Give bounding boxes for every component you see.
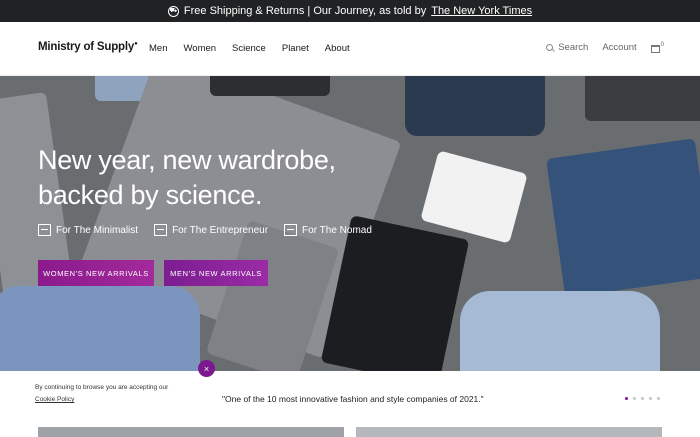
nav-men[interactable]: Men (149, 43, 167, 54)
navy-shorts-image (545, 138, 700, 298)
nav-about[interactable]: About (325, 43, 350, 54)
carousel-dot[interactable] (633, 397, 636, 400)
carousel-dot[interactable] (649, 397, 652, 400)
entrepreneur-icon (154, 224, 168, 236)
navy-backpack-image (405, 76, 545, 136)
carousel-dot[interactable] (657, 397, 660, 400)
hero-headline: New year, new wardrobe, backed by scienc… (38, 145, 336, 210)
site-header: Ministry of Supply● Men Women Science Pl… (0, 22, 700, 76)
persona-entrepreneur[interactable]: For The Entrepreneur (154, 224, 268, 236)
cookie-banner: By continuing to browse you are acceptin… (16, 372, 206, 409)
dark-shirt-image (585, 76, 700, 121)
hero-banner: New year, new wardrobe, backed by scienc… (0, 76, 700, 371)
nav-science[interactable]: Science (232, 43, 266, 54)
account-link[interactable]: Account (602, 42, 636, 53)
cart-button[interactable]: 0 (650, 42, 664, 53)
minimalist-icon (38, 224, 51, 236)
feature-card-right[interactable] (356, 427, 662, 437)
announcement-text: Free Shipping & Returns | Our Journey, a… (183, 5, 427, 17)
mens-new-arrivals-button[interactable]: MEN'S NEW ARRIVALS (164, 260, 268, 286)
light-blue-shirt-image (460, 291, 660, 371)
persona-nomad[interactable]: For The Nomad (284, 224, 372, 236)
womens-new-arrivals-button[interactable]: WOMEN'S NEW ARRIVALS (38, 260, 154, 286)
site-logo[interactable]: Ministry of Supply● (38, 41, 138, 53)
blue-blazer-image (0, 286, 200, 371)
press-quote: "One of the 10 most innovative fashion a… (222, 394, 484, 404)
cart-count: 0 (660, 42, 664, 48)
search-button[interactable]: Search (546, 42, 588, 53)
search-icon (546, 44, 554, 51)
carousel-dot[interactable] (641, 397, 644, 400)
nav-planet[interactable]: Planet (282, 43, 309, 54)
carousel-dots (625, 397, 660, 400)
black-tee-image (210, 76, 330, 96)
utility-nav: Search Account 0 (546, 42, 664, 53)
white-tee-image (420, 150, 528, 244)
nomad-icon (284, 224, 298, 236)
persona-minimalist[interactable]: For The Minimalist (38, 224, 138, 236)
shipping-icon: ⛟ (167, 5, 179, 17)
announcement-bar: ⛟ Free Shipping & Returns | Our Journey,… (0, 0, 700, 22)
carousel-dot[interactable] (625, 397, 628, 400)
shopping-bag-icon (650, 45, 660, 53)
persona-links: For The Minimalist For The Entrepreneur … (38, 224, 372, 236)
nyt-link[interactable]: The New York Times (431, 5, 532, 17)
main-nav: Men Women Science Planet About (149, 43, 350, 54)
feature-card-left[interactable] (38, 427, 344, 437)
nav-women[interactable]: Women (183, 43, 216, 54)
cookie-message: By continuing to browse you are acceptin… (35, 384, 169, 391)
cookie-close-button[interactable]: × (198, 360, 215, 377)
search-label: Search (558, 42, 589, 53)
cookie-policy-link[interactable]: Cookie Policy (35, 394, 168, 406)
